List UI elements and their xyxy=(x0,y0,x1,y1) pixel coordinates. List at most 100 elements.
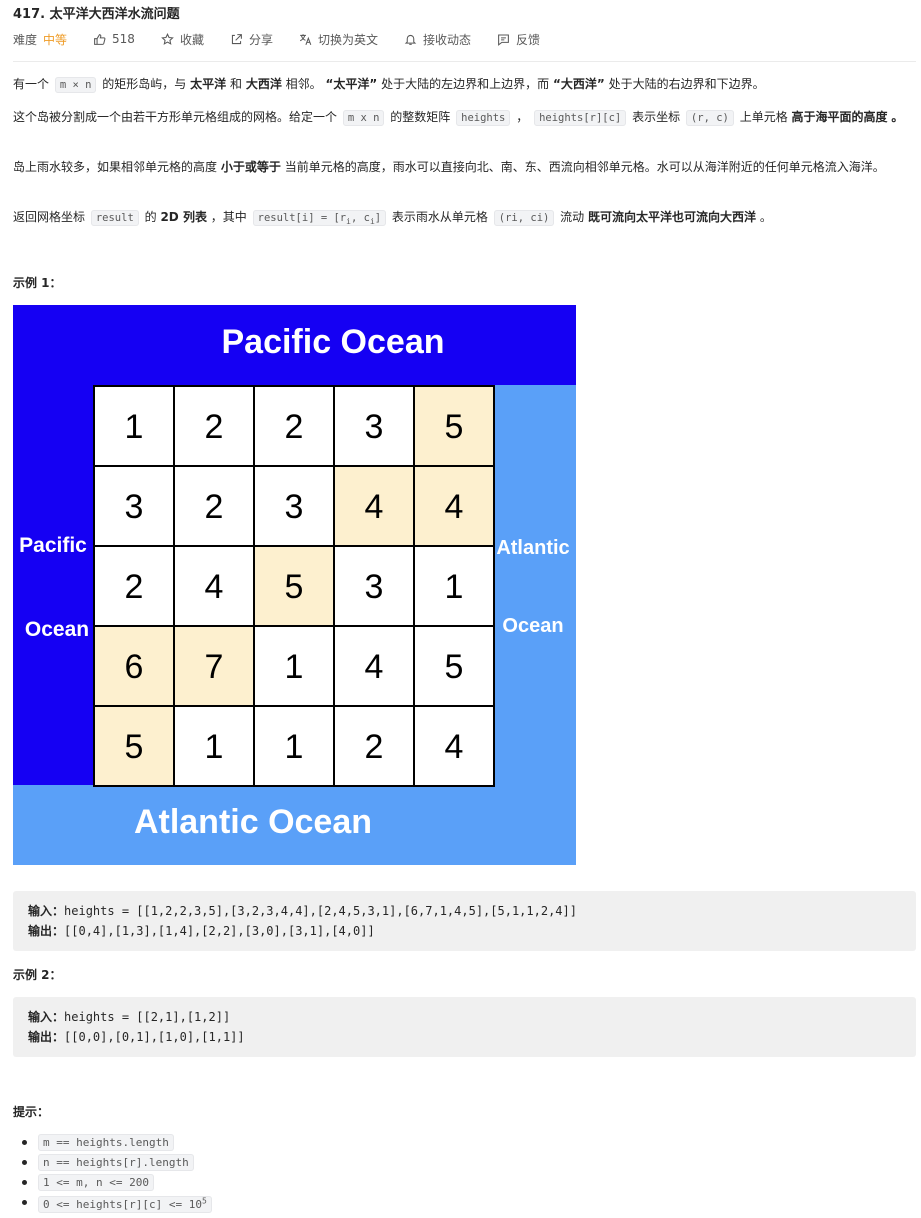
text: 岛上雨水较多，如果相邻单元格的高度 xyxy=(13,160,218,174)
problem-title: 417. 太平洋大西洋水流问题 xyxy=(13,7,180,22)
pacific-ocean-left-label-2: Ocean xyxy=(25,618,89,641)
example-2-heading: 示例 2： xyxy=(13,968,62,982)
grid-cell-value: 1 xyxy=(205,728,224,766)
atlantic-ocean-bottom-label: Atlantic Ocean xyxy=(134,803,372,841)
grid-cell-value: 4 xyxy=(445,728,464,766)
text: 的矩形岛屿，与 xyxy=(102,77,187,91)
grid-cell-value: 5 xyxy=(445,408,464,446)
example-1-input-line: 输入：heights = [[1,2,2,3,5],[3,2,3,4,4],[2… xyxy=(28,902,577,919)
subscribe-button[interactable]: 接收动态 xyxy=(404,31,471,48)
text: 当前单元格的高度，雨水可以直接向北、南、东、西流向相邻单元格。水可以从海洋附近的… xyxy=(284,160,885,174)
example-1-output-line: 输出：[[0,4],[1,3],[1,4],[2,2],[3,0],[3,1],… xyxy=(28,922,375,939)
example-2-output: [[0,0],[0,1],[1,0],[1,1]] xyxy=(64,1030,245,1044)
grid-cell-value: 3 xyxy=(125,488,144,526)
bold-text: 2D 列表 xyxy=(160,210,207,224)
code-part: , c xyxy=(350,212,370,224)
description-paragraph-2: 这个岛被分割成一个由若干方形单元格组成的网格。给定一个 m x n 的整数矩阵 … xyxy=(13,108,909,128)
grid-cell-value: 4 xyxy=(205,568,224,606)
grid-cell-value: 3 xyxy=(285,488,304,526)
grid-cell-value: 5 xyxy=(285,568,304,606)
description-paragraph-1: 有一个 m × n 的矩形岛屿，与 太平洋 和 大西洋 相邻。 “太平洋” 处于… xyxy=(13,75,909,95)
example-1-input: heights = [[1,2,2,3,5],[3,2,3,4,4],[2,4,… xyxy=(64,904,577,918)
bullet xyxy=(22,1140,27,1145)
feedback-label: 反馈 xyxy=(516,32,541,47)
text: 处于大陆的左边界和上边界，而 xyxy=(381,77,550,91)
translate-icon xyxy=(299,33,312,45)
bullet xyxy=(22,1200,27,1205)
grid-cell-value: 1 xyxy=(445,568,464,606)
grid-cell-value: 4 xyxy=(445,488,464,526)
text: 表示雨水从单元格 xyxy=(391,210,488,224)
grid-cell-value: 2 xyxy=(365,728,384,766)
bold-text: 太平洋 xyxy=(190,77,227,91)
bullet xyxy=(22,1160,27,1165)
favorite-button[interactable]: 收藏 xyxy=(161,31,204,48)
thumbs-up-icon xyxy=(94,33,106,45)
text: 流动 xyxy=(560,210,585,224)
star-icon xyxy=(161,32,174,45)
problem-meta-bar: 难度 中等 518 收藏 分享 切换为英文 接收动态 反馈 xyxy=(13,30,566,48)
difficulty-value: 中等 xyxy=(43,32,68,47)
text: 有一个 xyxy=(13,77,50,91)
bold-text: 大西洋 xyxy=(245,77,282,91)
bold-text: 。 xyxy=(891,110,904,124)
text: 上单元格 xyxy=(739,110,788,124)
example-1-heading: 示例 1： xyxy=(13,276,62,290)
text: 。 xyxy=(759,210,772,224)
pacific-ocean-top-label: Pacific Ocean xyxy=(221,323,444,361)
feedback-button[interactable]: 反馈 xyxy=(497,31,540,48)
grid-cell-value: 2 xyxy=(205,408,224,446)
hint-item: n == heights[r].length xyxy=(22,1154,194,1171)
inline-code: m x n xyxy=(342,110,385,126)
text: 和 xyxy=(229,77,242,91)
inline-code: (r, c) xyxy=(685,110,734,126)
grid-cell-value: 5 xyxy=(125,728,144,766)
grid-cell-value: 7 xyxy=(205,648,224,686)
hint-code: n == heights[r].length xyxy=(38,1154,194,1171)
hint-code: 0 <= heights[r][c] <= 105 xyxy=(38,1195,212,1213)
hint-item: 0 <= heights[r][c] <= 105 xyxy=(22,1195,212,1213)
grid-cell-value: 4 xyxy=(365,488,384,526)
text: 表示坐标 xyxy=(632,110,681,124)
text: ， xyxy=(516,110,529,124)
bold-text: 小于或等于 xyxy=(220,160,281,174)
bold-text: “太平洋” xyxy=(325,77,378,91)
output-label: 输出： xyxy=(28,924,65,938)
text: 处于大陆的右边界和下边界。 xyxy=(608,77,765,91)
difficulty-label: 难度 xyxy=(13,32,38,47)
output-label: 输出： xyxy=(28,1030,65,1044)
text: 相邻。 xyxy=(285,77,322,91)
grid-cell-value: 1 xyxy=(125,408,144,446)
grid-cell-value: 2 xyxy=(285,408,304,446)
hint-code-text: 0 <= heights[r][c] <= 10 xyxy=(43,1197,202,1211)
bold-text: 既可流向太平洋也可流向大西洋 xyxy=(588,210,757,224)
atlantic-ocean-right-label-2: Ocean xyxy=(502,615,563,637)
bold-text: “大西洋” xyxy=(552,77,605,91)
like-button[interactable]: 518 xyxy=(93,32,135,46)
share-button[interactable]: 分享 xyxy=(230,31,273,48)
bell-icon xyxy=(404,34,417,45)
bullet xyxy=(22,1180,27,1185)
code-part: result[i] = [r xyxy=(257,212,347,224)
text: 的 xyxy=(144,210,157,224)
switch-language-button[interactable]: 切换为英文 xyxy=(299,31,378,48)
grid-cell-value: 1 xyxy=(285,648,304,686)
like-count: 518 xyxy=(112,32,135,46)
share-icon xyxy=(231,33,242,44)
grid-cell-value: 3 xyxy=(365,568,384,606)
example-2-input-line: 输入：heights = [[2,1],[1,2]] xyxy=(28,1008,230,1025)
hint-item: 1 <= m, n <= 200 xyxy=(22,1174,154,1191)
pacific-ocean-left-label-1: Pacific xyxy=(19,534,87,557)
code-part: ] xyxy=(374,212,382,224)
hint-code: 1 <= m, n <= 200 xyxy=(38,1174,154,1191)
inline-code: heights xyxy=(456,110,511,126)
hint-code: m == heights.length xyxy=(38,1134,174,1151)
text: 的整数矩阵 xyxy=(390,110,451,124)
hint-code-superscript: 5 xyxy=(201,1196,207,1205)
example-2-output-line: 输出：[[0,0],[0,1],[1,0],[1,1]] xyxy=(28,1028,245,1045)
height-grid: 1 2 2 3 5 3 2 3 4 4 2 4 5 3 1 6 7 1 4 5 5 1 1 2 4 xyxy=(93,385,495,787)
text: 返回网格坐标 xyxy=(13,210,86,224)
grid-cell-value: 2 xyxy=(205,488,224,526)
grid-cell-value: 6 xyxy=(125,648,144,686)
input-label: 输入： xyxy=(28,904,65,918)
